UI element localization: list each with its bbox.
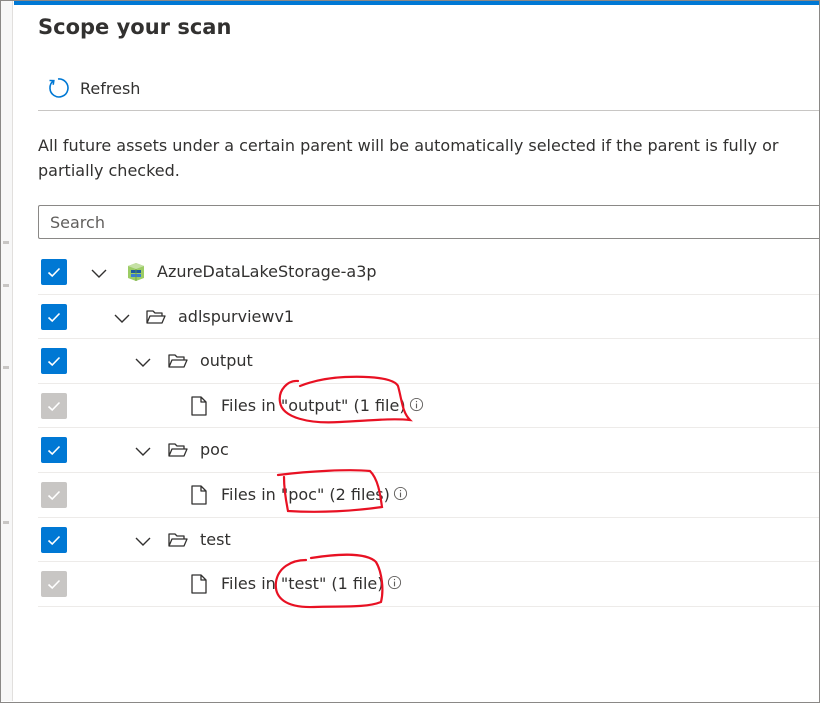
panel-title: Scope your scan [38, 15, 232, 39]
checkmark-icon [47, 580, 61, 590]
red-annotation-circle [276, 469, 384, 513]
checkbox-files-test [41, 571, 67, 598]
tree-row-label: poc [200, 440, 229, 460]
tree-row-folder-output: output [38, 339, 819, 384]
chevron-down-icon[interactable] [90, 264, 108, 282]
refresh-button[interactable]: Refresh [46, 73, 140, 103]
background-mark [3, 366, 9, 369]
background-mark [3, 521, 9, 524]
background-mark [3, 284, 9, 287]
checkmark-icon [47, 535, 61, 545]
folder-open-icon [168, 354, 188, 368]
scope-description: All future assets under a certain parent… [38, 136, 779, 180]
asset-tree: AzureDataLakeStorage-a3p adlspurviewv1 o… [38, 250, 819, 607]
red-annotation-circle [278, 375, 413, 424]
tree-row-label: output [200, 351, 253, 371]
file-icon [191, 485, 207, 505]
tree-row-folder-test: test [38, 518, 819, 563]
tree-row-label: AzureDataLakeStorage-a3p [157, 262, 377, 281]
search-input[interactable] [38, 205, 819, 239]
checkmark-icon [47, 401, 61, 411]
file-icon [191, 574, 207, 594]
checkmark-icon [47, 490, 61, 501]
checkbox-storage-account[interactable] [41, 259, 67, 285]
chevron-down-icon[interactable] [134, 442, 152, 460]
refresh-label: Refresh [80, 78, 141, 98]
checkmark-icon [47, 446, 61, 456]
folder-open-icon [168, 443, 188, 458]
info-icon[interactable] [393, 486, 408, 501]
checkmark-icon [47, 312, 61, 322]
tree-row-container: adlspurviewv1 [38, 295, 819, 340]
storage-account-icon [128, 263, 144, 281]
checkmark-icon [47, 357, 61, 367]
background-page-strip [1, 1, 13, 701]
tree-row-label: test [200, 529, 231, 549]
checkbox-folder-test[interactable] [41, 526, 67, 553]
tree-row-files-poc: Files in "poc" (2 files) [38, 473, 819, 518]
scope-scan-panel: Scope your scan Refresh All future asset… [14, 5, 819, 702]
checkbox-files-poc [41, 481, 67, 508]
toolbar: Refresh [38, 71, 819, 111]
tree-row-storage-account: AzureDataLakeStorage-a3p [38, 250, 819, 295]
refresh-icon [49, 78, 69, 98]
tree-row-label: adlspurviewv1 [178, 306, 295, 326]
red-annotation-circle [274, 553, 384, 609]
checkbox-container[interactable] [41, 303, 67, 330]
checkmark-icon [47, 267, 61, 278]
tree-row-folder-poc: poc [38, 428, 819, 473]
folder-open-icon [168, 532, 188, 547]
tree-row-files-test: Files in "test" (1 file) [38, 562, 819, 607]
file-icon [191, 396, 207, 416]
chevron-down-icon[interactable] [134, 353, 152, 371]
chevron-down-icon[interactable] [134, 532, 152, 550]
checkbox-files-output [41, 392, 67, 419]
tree-row-files-output: Files in "output" (1 file) [38, 384, 819, 429]
chevron-down-icon[interactable] [113, 309, 131, 327]
folder-open-icon [146, 309, 166, 324]
background-mark [3, 241, 9, 244]
checkbox-folder-poc[interactable] [41, 437, 67, 464]
checkbox-folder-output[interactable] [41, 348, 67, 375]
